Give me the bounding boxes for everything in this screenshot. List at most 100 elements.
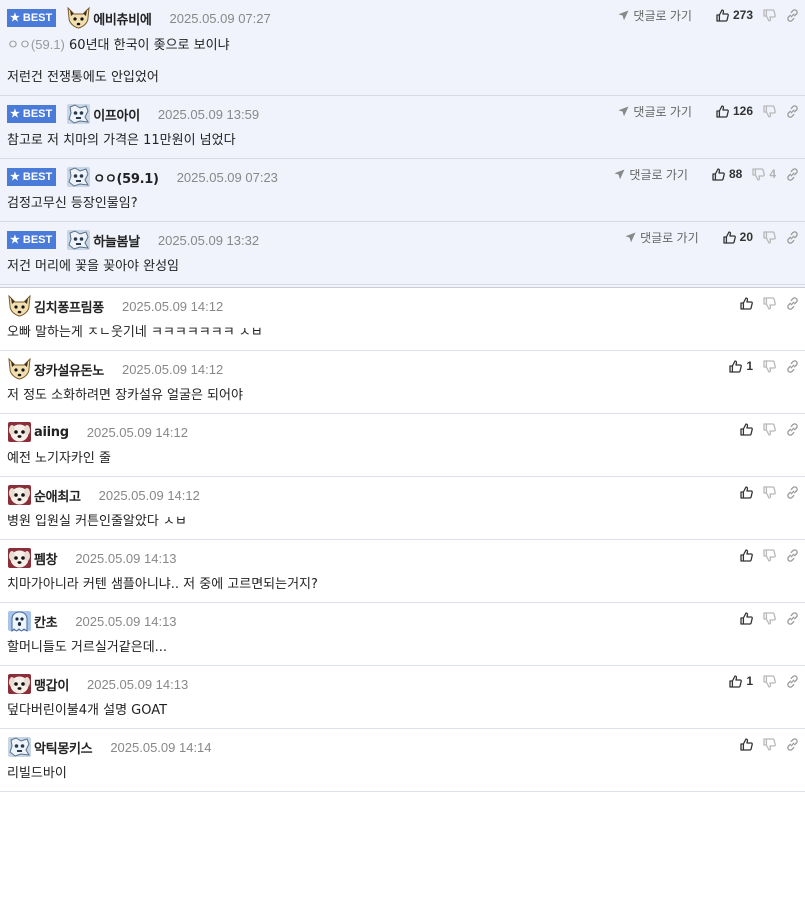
comment-date: 2025.05.09 14:12 (121, 361, 224, 377)
comment-text: 오빠 말하는게 ㅈㄴ웃기네 ㅋㅋㅋㅋㅋㅋㅋ ㅅㅂ (7, 317, 805, 350)
nickname[interactable]: ㅇㅇ(59.1) (93, 168, 159, 187)
comment-text-content: 저 정도 소화하려면 장카설유 얼굴은 되어야 (7, 388, 243, 403)
comment-date: 2025.05.09 14:13 (75, 550, 177, 566)
share-link-button[interactable] (786, 674, 799, 688)
fox-icon[interactable] (7, 358, 32, 380)
best-badge: ★ BEST (7, 105, 57, 123)
thumbs-down-icon (763, 674, 776, 688)
comment-text: 검정고무신 등장인물임? (7, 188, 805, 221)
robot-icon[interactable] (66, 103, 91, 125)
upvote-button[interactable]: 20 (722, 230, 753, 244)
nickname[interactable]: 이프아이 (93, 105, 140, 124)
thumbs-up-icon (740, 548, 753, 562)
comment-text-content: 참고로 저 치마의 가격은 11만원이 넘었다 (7, 133, 236, 148)
comment-text: 치마가아니라 커텐 샘플아니냐.. 저 중에 고르면되는거지? (7, 569, 805, 602)
upvote-button[interactable] (740, 422, 753, 436)
fox-icon[interactable] (7, 295, 32, 317)
nickname[interactable]: 장카설유돈노 (34, 360, 104, 379)
downvote-button[interactable]: 4 (752, 167, 776, 181)
link-icon (787, 674, 798, 688)
comment: 칸초 2025.05.09 14:13 할머니들도 거르실거같은데... (0, 603, 805, 666)
reply-link[interactable]: 댓글로 가기 (625, 229, 699, 246)
robot-icon[interactable] (7, 736, 32, 758)
comment: 김치퐁프림퐁 2025.05.09 14:12 오빠 말하는게 ㅈㄴ웃기네 ㅋㅋ… (0, 288, 805, 351)
comment: 순애최고 2025.05.09 14:12 병원 입원실 커튼인줄알았다 ㅅㅂ (0, 477, 805, 540)
downvote-button[interactable] (763, 104, 776, 118)
upvote-button[interactable] (740, 296, 753, 310)
comment-text: 예전 노기자카인 줄 (7, 443, 805, 476)
share-link-button[interactable] (786, 485, 799, 499)
comment-text-content: 병원 입원실 커튼인줄알았다 ㅅㅂ (7, 514, 187, 529)
comment-text: 저 정도 소화하려면 장카설유 얼굴은 되어야 (7, 380, 805, 413)
thumbs-down-icon (763, 485, 776, 499)
upvote-button[interactable] (740, 548, 753, 562)
downvote-button[interactable] (763, 359, 776, 373)
upvote-button[interactable] (740, 737, 753, 751)
nickname[interactable]: 하늘봄날 (93, 231, 140, 250)
thumbs-down-icon (763, 359, 776, 373)
share-link-button[interactable] (786, 737, 799, 751)
downvote-button[interactable] (763, 674, 776, 688)
share-link-button[interactable] (786, 167, 799, 181)
thumbs-down-icon (763, 737, 776, 751)
upvote-button[interactable]: 273 (716, 8, 753, 22)
share-link-button[interactable] (786, 359, 799, 373)
dog-icon[interactable] (7, 484, 32, 506)
star-icon: ★ (10, 11, 20, 24)
thumbs-down-icon (763, 611, 776, 625)
comment: 악틱몽키스 2025.05.09 14:14 리빌드바이 (0, 729, 805, 792)
thumbs-up-icon (740, 422, 753, 436)
nickname[interactable]: 에비츄비에 (93, 9, 152, 28)
upvote-button[interactable]: 126 (716, 104, 753, 118)
robot-icon[interactable] (66, 166, 91, 188)
reply-link[interactable]: 댓글로 가기 (618, 7, 692, 24)
robot-icon[interactable] (66, 229, 91, 251)
comment-text-content: 예전 노기자카인 줄 (7, 451, 111, 466)
share-link-button[interactable] (786, 8, 799, 22)
nickname[interactable]: 순애최고 (34, 486, 81, 505)
downvote-button[interactable] (763, 485, 776, 499)
downvote-button[interactable] (763, 296, 776, 310)
comment-date: 2025.05.09 14:14 (110, 739, 212, 755)
share-link-button[interactable] (786, 611, 799, 625)
nickname[interactable]: 악틱몽키스 (34, 738, 93, 757)
upvote-count: 273 (732, 8, 753, 22)
downvote-button[interactable] (763, 548, 776, 562)
share-link-button[interactable] (786, 104, 799, 118)
upvote-button[interactable] (740, 485, 753, 499)
thumbs-up-icon (740, 296, 753, 310)
share-link-button[interactable] (786, 230, 799, 244)
ghost-icon[interactable] (7, 610, 32, 632)
nickname[interactable]: aiing (34, 425, 69, 440)
nickname[interactable]: 펨창 (34, 549, 58, 568)
downvote-button[interactable] (763, 230, 776, 244)
share-link-button[interactable] (786, 422, 799, 436)
downvote-button[interactable] (763, 737, 776, 751)
link-icon (787, 230, 798, 244)
comment-text: 참고로 저 치마의 가격은 11만원이 넘었다 (7, 125, 805, 158)
best-comment: ★ BEST ㅇㅇ(59.1) 2025.05.09 07:23 댓글로 가기 8… (0, 159, 805, 222)
upvote-button[interactable]: 88 (712, 167, 742, 181)
upvote-button[interactable]: 1 (729, 674, 753, 688)
downvote-button[interactable] (763, 611, 776, 625)
share-link-button[interactable] (786, 548, 799, 562)
nickname[interactable]: 맹갑이 (34, 675, 69, 694)
downvote-button[interactable] (763, 422, 776, 436)
dog-icon[interactable] (7, 421, 32, 443)
upvote-button[interactable] (740, 611, 753, 625)
nickname[interactable]: 칸초 (34, 612, 58, 631)
comment: 맹갑이 2025.05.09 14:13 1 덮다버린이불4개 설명 GOAT (0, 666, 805, 729)
comment-text: ㅇㅇ(59.1) 60년대 한국이 좆으로 보이냐 저런건 전쟁통에도 안입었어 (7, 29, 805, 95)
comment-text-content: 할머니들도 거르실거같은데... (7, 640, 168, 655)
downvote-button[interactable] (763, 8, 776, 22)
share-link-button[interactable] (786, 296, 799, 310)
reply-link[interactable]: 댓글로 가기 (614, 166, 688, 183)
dog-icon[interactable] (7, 547, 32, 569)
nickname[interactable]: 김치퐁프림퐁 (34, 297, 104, 316)
comment-text: 덮다버린이불4개 설명 GOAT (7, 695, 805, 728)
upvote-button[interactable]: 1 (729, 359, 753, 373)
reply-link[interactable]: 댓글로 가기 (618, 103, 692, 120)
dog-icon[interactable] (7, 673, 32, 695)
send-arrow-icon (618, 106, 629, 116)
fox-icon[interactable] (66, 7, 91, 29)
